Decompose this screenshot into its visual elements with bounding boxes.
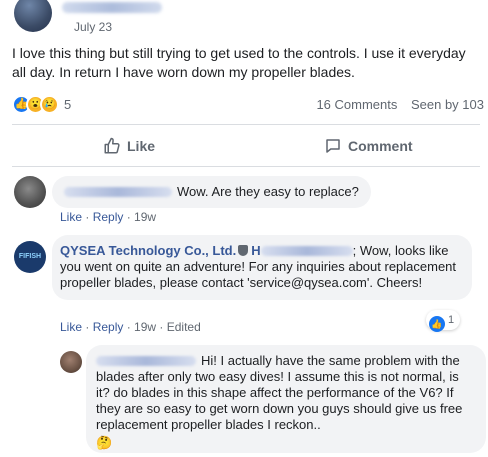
commenter-avatar[interactable] bbox=[14, 176, 46, 208]
divider bbox=[12, 124, 480, 125]
comment-meta: Like · Reply · 19w bbox=[60, 210, 157, 224]
like-button[interactable]: Like bbox=[103, 128, 155, 164]
like-count: 1 bbox=[448, 314, 455, 326]
comment-icon bbox=[326, 139, 340, 153]
seen-by[interactable]: Seen by 103 bbox=[411, 97, 484, 112]
post-author-name-redacted[interactable] bbox=[62, 2, 162, 13]
comment-text: Wow. Are they easy to replace? bbox=[177, 184, 359, 199]
comment-time[interactable]: 19w bbox=[134, 210, 156, 224]
post-stats: 16 Comments Seen by 103 bbox=[306, 97, 484, 112]
comment-button-label: Comment bbox=[348, 138, 413, 154]
post-date[interactable]: July 23 bbox=[74, 20, 112, 34]
thinking-emoji-icon: 🤔 bbox=[96, 435, 113, 450]
comment-reply-link[interactable]: Reply bbox=[93, 320, 124, 334]
post-action-row: Like Comment bbox=[12, 128, 482, 164]
comment-author[interactable]: QYSEA Technology Co., Ltd. bbox=[60, 243, 236, 258]
comments-count[interactable]: 16 Comments bbox=[316, 97, 397, 112]
reply-text-first: Hi! I actually have the same problem wit… bbox=[201, 353, 438, 368]
post-text: I love this thing but still trying to ge… bbox=[12, 45, 466, 80]
reply-author-redacted[interactable] bbox=[96, 356, 196, 366]
mention-prefix[interactable]: H bbox=[251, 243, 260, 258]
post-author-avatar[interactable] bbox=[14, 0, 52, 32]
comment-reply-link[interactable]: Reply bbox=[93, 210, 124, 224]
comment-like-count[interactable]: 👍 1 bbox=[426, 310, 461, 332]
post-header: July 23 bbox=[12, 0, 482, 38]
reaction-count[interactable]: 5 bbox=[64, 97, 71, 112]
like-button-label: Like bbox=[127, 138, 156, 154]
comment-1: Wow. Are they easy to replace? Like · Re… bbox=[12, 176, 482, 228]
like-reaction-icon: 👍 bbox=[429, 316, 445, 332]
verified-badge-icon bbox=[238, 245, 249, 256]
comment-time[interactable]: 19w bbox=[134, 320, 156, 334]
edited-label[interactable]: Edited bbox=[167, 320, 201, 334]
reply-avatar[interactable] bbox=[60, 351, 82, 373]
reactions-bar: 👍 😮 😢 5 16 Comments Seen by 103 bbox=[12, 95, 484, 117]
comment-button[interactable]: Comment bbox=[324, 128, 413, 164]
reply-bubble: Hi! I actually have the same problem wit… bbox=[86, 345, 486, 453]
comment-text-first: ; Wow, looks bbox=[352, 243, 426, 258]
comment-like-link[interactable]: Like bbox=[60, 210, 82, 224]
comment-like-link[interactable]: Like bbox=[60, 320, 82, 334]
comment-bubble: QYSEA Technology Co., Ltd. H; Wow, looks … bbox=[52, 235, 472, 300]
comment-meta: Like · Reply · 19w · Edited bbox=[60, 320, 201, 334]
qysea-avatar[interactable]: FIFISH bbox=[14, 241, 46, 273]
mention-name-redacted[interactable] bbox=[260, 246, 353, 256]
comment-bubble: Wow. Are they easy to replace? bbox=[52, 176, 371, 208]
divider bbox=[12, 166, 480, 167]
thumbs-up-icon bbox=[104, 137, 120, 154]
comment-3: Hi! I actually have the same problem wit… bbox=[58, 345, 486, 455]
sad-reaction-icon: 😢 bbox=[40, 95, 59, 114]
commenter-name-redacted[interactable] bbox=[64, 187, 172, 197]
comment-2: FIFISH QYSEA Technology Co., Ltd. H ; Wow,… bbox=[12, 235, 482, 339]
